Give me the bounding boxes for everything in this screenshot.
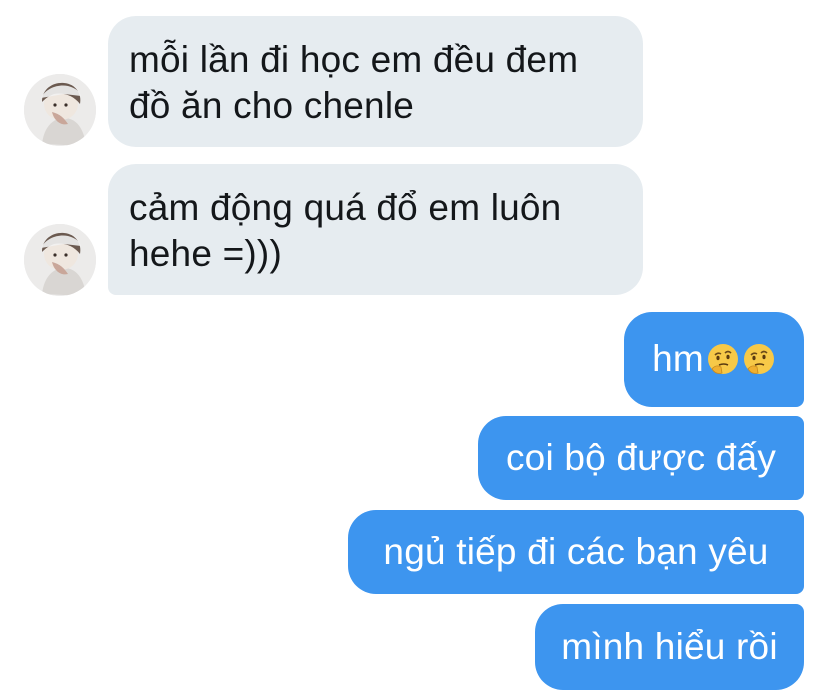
message-text: hm — [652, 338, 704, 379]
user-avatar-icon — [24, 74, 96, 146]
message-bubble-outgoing[interactable]: hm — [624, 312, 804, 407]
message-text: coi bộ được đấy — [505, 437, 777, 478]
message-bubble-outgoing[interactable]: ngủ tiếp đi các bạn yêu — [348, 510, 804, 594]
message-thread: mỗi lần đi học em đều đem đồ ăn cho chen… — [0, 0, 828, 698]
message-text-line: cảm động quá đổ em luôn — [129, 187, 562, 228]
user-avatar-icon — [24, 224, 96, 296]
thinking-face-icon — [742, 343, 776, 377]
message-bubble-outgoing[interactable]: coi bộ được đấy — [478, 416, 804, 500]
message-bubble-incoming[interactable]: cảm động quá đổ em luôn hehe =))) — [108, 164, 643, 295]
message-text: mình hiểu rồi — [561, 626, 778, 667]
message-text: ngủ tiếp đi các bạn yêu — [383, 531, 769, 572]
sender-avatar[interactable] — [24, 224, 96, 296]
message-text-line: hehe =))) — [129, 233, 282, 274]
sender-avatar[interactable] — [24, 74, 96, 146]
message-bubble-incoming[interactable]: mỗi lần đi học em đều đem đồ ăn cho chen… — [108, 16, 643, 147]
message-bubble-outgoing[interactable]: mình hiểu rồi — [535, 604, 804, 690]
thinking-face-icon — [706, 343, 740, 377]
message-text-line: đồ ăn cho chenle — [129, 85, 415, 126]
message-text-line: mỗi lần đi học em đều đem — [129, 39, 579, 80]
